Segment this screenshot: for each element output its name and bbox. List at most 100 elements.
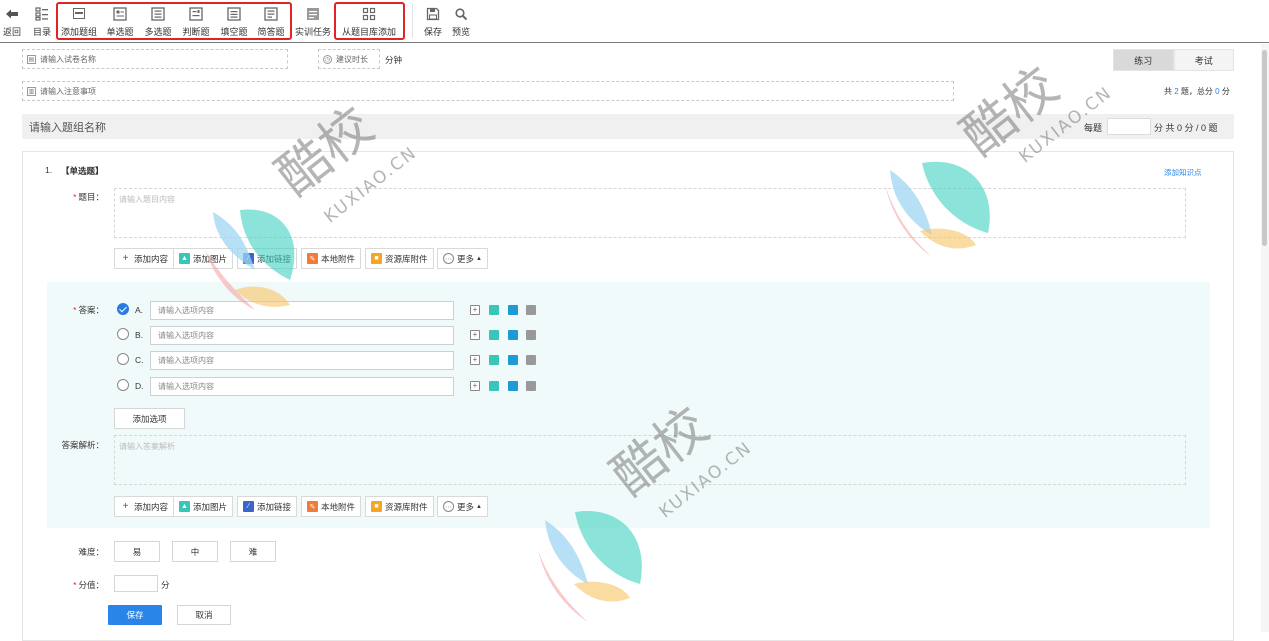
stem-add-content-button[interactable]: + 添加内容: [114, 248, 175, 269]
option-d-input[interactable]: 请输入选项内容: [150, 377, 454, 396]
question-cancel-button[interactable]: 取消: [177, 605, 231, 625]
stem-local-attachment-label: 本地附件: [321, 253, 356, 264]
option-b-radio[interactable]: [117, 328, 129, 340]
plus-icon: +: [122, 253, 129, 264]
true-false-icon: [189, 7, 203, 21]
save-toolbar-label: 保存: [423, 27, 442, 37]
option-b-delete-icon[interactable]: [526, 330, 536, 340]
single-choice-button[interactable]: 单选题: [106, 0, 134, 42]
option-c-input[interactable]: 请输入选项内容: [150, 351, 454, 370]
question-save-button[interactable]: 保存: [108, 605, 162, 625]
score-input[interactable]: [114, 575, 158, 592]
short-answer-label: 简答题: [257, 27, 285, 37]
caret-up-icon: ▲: [476, 255, 482, 262]
paper-name-input[interactable]: ▤ 请输入试卷名称: [22, 49, 288, 69]
score-label: * 分值：: [73, 580, 104, 590]
option-d-plus-square-icon[interactable]: +: [470, 381, 480, 391]
preview-button[interactable]: 预览: [450, 0, 472, 42]
add-option-button[interactable]: 添加选项: [114, 408, 185, 429]
analysis-resource-attachment-button[interactable]: ■ 资源库附件: [365, 496, 434, 517]
stem-label: * 题目：: [73, 192, 104, 202]
option-b-placeholder: 请输入选项内容: [158, 331, 214, 340]
option-b-plus-square-icon[interactable]: +: [470, 330, 480, 340]
stem-resource-attachment-label: 资源库附件: [385, 253, 428, 264]
catalog-label: 目录: [32, 27, 51, 37]
option-d-image-icon[interactable]: [489, 381, 499, 391]
stem-resource-attachment-button[interactable]: ■ 资源库附件: [365, 248, 434, 269]
true-false-button[interactable]: 判断题: [182, 0, 210, 42]
attachment-icon: ✎: [307, 501, 318, 512]
true-false-label: 判断题: [182, 27, 210, 37]
option-b-input[interactable]: 请输入选项内容: [150, 326, 454, 345]
option-a-plus-square-icon[interactable]: +: [470, 305, 480, 315]
option-a-radio[interactable]: [117, 303, 129, 315]
tab-practice[interactable]: 练习: [1113, 49, 1174, 71]
analysis-resource-attachment-label: 资源库附件: [385, 501, 428, 512]
option-c-plus-square-icon[interactable]: +: [470, 355, 480, 365]
option-d-placeholder: 请输入选项内容: [158, 382, 214, 391]
option-a-delete-icon[interactable]: [526, 305, 536, 315]
stem-more-label: 更多: [457, 253, 475, 264]
image-icon: ▲: [179, 253, 190, 264]
option-a-letter: A.: [135, 305, 144, 315]
tab-exam[interactable]: 考试: [1173, 49, 1234, 71]
image-icon: ▲: [179, 501, 190, 512]
short-answer-icon: [264, 7, 278, 21]
training-task-icon: [306, 7, 320, 21]
preview-label: 预览: [451, 27, 470, 37]
training-task-button[interactable]: 实训任务: [295, 0, 331, 42]
analysis-local-attachment-button[interactable]: ✎ 本地附件: [301, 496, 362, 517]
stem-placeholder: 请输入题目内容: [119, 195, 175, 204]
analysis-add-content-button[interactable]: + 添加内容: [114, 496, 175, 517]
stem-add-content-label: 添加内容: [134, 253, 169, 264]
add-knowledge-link[interactable]: 添加知识点: [1164, 167, 1202, 178]
option-b-letter: B.: [135, 330, 144, 340]
from-bank-button[interactable]: 从题目库添加: [340, 0, 398, 42]
analysis-add-image-button[interactable]: ▲ 添加图片: [173, 496, 234, 517]
option-c-image-icon[interactable]: [489, 355, 499, 365]
save-toolbar-button[interactable]: 保存: [422, 0, 444, 42]
back-button[interactable]: 返回: [3, 0, 21, 42]
scrollbar-thumb[interactable]: [1262, 50, 1267, 246]
stem-add-image-label: 添加图片: [193, 253, 228, 264]
option-c-audio-icon[interactable]: [508, 355, 518, 365]
option-a-audio-icon[interactable]: [508, 305, 518, 315]
per-question-score-input[interactable]: [1107, 118, 1151, 135]
analysis-more-button[interactable]: ⋯ 更多 ▲: [437, 496, 488, 517]
analysis-add-link-button[interactable]: ⁄ 添加链接: [237, 496, 298, 517]
difficulty-medium-button[interactable]: 中: [172, 541, 218, 562]
option-b-image-icon[interactable]: [489, 330, 499, 340]
option-c-delete-icon[interactable]: [526, 355, 536, 365]
analysis-add-link-label: 添加链接: [257, 501, 292, 512]
add-group-button[interactable]: 添加题组: [61, 0, 97, 42]
stem-add-link-button[interactable]: ⁄ 添加链接: [237, 248, 298, 269]
option-a-image-icon[interactable]: [489, 305, 499, 315]
analysis-local-attachment-label: 本地附件: [321, 501, 356, 512]
plus-icon: +: [122, 501, 129, 512]
folder-icon: ■: [371, 501, 382, 512]
fill-blank-button[interactable]: 填空题: [220, 0, 248, 42]
catalog-button[interactable]: 目录: [31, 0, 53, 42]
stem-add-image-button[interactable]: ▲ 添加图片: [173, 248, 234, 269]
option-d-radio[interactable]: [117, 379, 129, 391]
duration-unit: 分钟: [385, 55, 403, 65]
duration-input[interactable]: ◷ 建议时长: [318, 49, 380, 69]
multi-choice-label: 多选题: [144, 27, 172, 37]
option-d-audio-icon[interactable]: [508, 381, 518, 391]
option-b-audio-icon[interactable]: [508, 330, 518, 340]
stem-editor[interactable]: 请输入题目内容: [114, 188, 1186, 238]
multi-choice-icon: [151, 7, 165, 21]
analysis-add-image-label: 添加图片: [193, 501, 228, 512]
duration-placeholder: 建议时长: [336, 54, 368, 64]
short-answer-button[interactable]: 简答题: [257, 0, 285, 42]
stem-local-attachment-button[interactable]: ✎ 本地附件: [301, 248, 362, 269]
multi-choice-button[interactable]: 多选题: [144, 0, 172, 42]
summary-prefix: 共: [1164, 87, 1172, 96]
difficulty-hard-button[interactable]: 难: [230, 541, 276, 562]
option-a-input[interactable]: 请输入选项内容: [150, 301, 454, 320]
option-c-radio[interactable]: [117, 353, 129, 365]
notes-input[interactable]: ▥ 请输入注意事项: [22, 81, 954, 101]
option-d-delete-icon[interactable]: [526, 381, 536, 391]
difficulty-easy-button[interactable]: 易: [114, 541, 160, 562]
stem-more-button[interactable]: ⋯ 更多 ▲: [437, 248, 488, 269]
